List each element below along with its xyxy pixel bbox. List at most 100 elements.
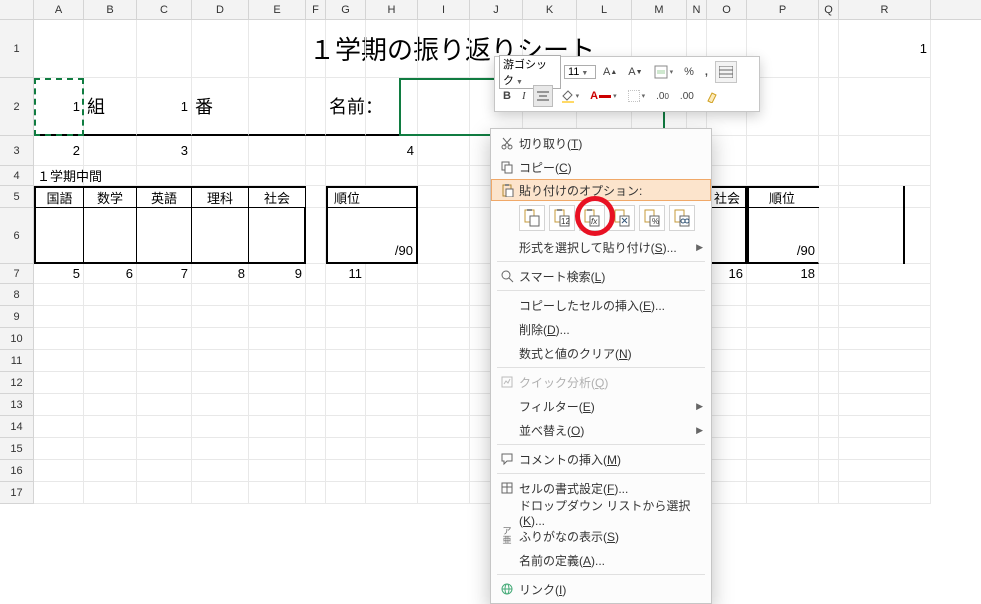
cell[interactable]	[819, 350, 839, 372]
cell[interactable]	[747, 394, 819, 416]
cell[interactable]	[34, 416, 84, 438]
cell[interactable]	[84, 416, 137, 438]
cell[interactable]	[839, 186, 931, 208]
copy-menu-item[interactable]: コピー(C)	[491, 155, 711, 179]
cell[interactable]	[839, 372, 931, 394]
cell[interactable]	[34, 460, 84, 482]
furigana-menu-item[interactable]: ア亜 ふりがなの表示(S)	[491, 524, 711, 548]
cell[interactable]	[326, 416, 366, 438]
cell[interactable]	[306, 136, 326, 166]
cell[interactable]	[84, 166, 137, 186]
cell[interactable]	[418, 264, 470, 284]
cell[interactable]	[747, 416, 819, 438]
row-header[interactable]: 4	[0, 166, 34, 186]
cell[interactable]	[839, 208, 931, 264]
row-header[interactable]: 5	[0, 186, 34, 208]
cell[interactable]	[418, 306, 470, 328]
cell[interactable]	[819, 284, 839, 306]
cell[interactable]	[418, 460, 470, 482]
column-header[interactable]: E	[249, 0, 306, 19]
paste-all-button[interactable]	[519, 205, 545, 231]
cell[interactable]: １学期中間	[34, 166, 84, 186]
cell[interactable]	[306, 284, 326, 306]
select-all-corner[interactable]	[0, 0, 34, 19]
cell[interactable]	[747, 350, 819, 372]
column-header[interactable]: B	[84, 0, 137, 19]
cell[interactable]	[249, 136, 306, 166]
cell[interactable]	[747, 438, 819, 460]
cell[interactable]: 18	[747, 264, 819, 284]
cell[interactable]	[839, 306, 931, 328]
cell[interactable]	[137, 328, 192, 350]
cell[interactable]: 組	[84, 78, 137, 136]
cell[interactable]: 7	[137, 264, 192, 284]
cell[interactable]	[707, 394, 747, 416]
cell[interactable]	[366, 372, 418, 394]
cell[interactable]	[326, 20, 366, 78]
cell[interactable]	[819, 264, 839, 284]
cell[interactable]	[366, 328, 418, 350]
cell[interactable]	[34, 394, 84, 416]
cell[interactable]: 9	[249, 264, 306, 284]
cell[interactable]	[366, 394, 418, 416]
cell[interactable]	[326, 460, 366, 482]
cell[interactable]	[707, 306, 747, 328]
cell[interactable]	[418, 186, 470, 208]
cell[interactable]: 国語	[34, 186, 84, 208]
cell[interactable]	[839, 166, 931, 186]
cell[interactable]	[326, 372, 366, 394]
cell[interactable]	[137, 208, 192, 264]
cell[interactable]	[249, 460, 306, 482]
cell[interactable]	[306, 394, 326, 416]
cell[interactable]	[84, 372, 137, 394]
smart-lookup-menu-item[interactable]: スマート検索(L)	[491, 264, 711, 288]
cell[interactable]	[249, 350, 306, 372]
cell[interactable]	[84, 394, 137, 416]
paste-transpose-button[interactable]	[609, 205, 635, 231]
cell[interactable]: 1	[137, 78, 192, 136]
cell[interactable]	[192, 20, 249, 78]
cell[interactable]: 5	[34, 264, 84, 284]
cell[interactable]	[326, 306, 366, 328]
row-header[interactable]: 13	[0, 394, 34, 416]
cell[interactable]	[306, 186, 326, 208]
paste-special-menu-item[interactable]: 形式を選択して貼り付け(S)... ▶	[491, 235, 711, 259]
cell[interactable]	[34, 208, 84, 264]
cell[interactable]	[418, 136, 470, 166]
column-header[interactable]: C	[137, 0, 192, 19]
cell[interactable]	[306, 78, 326, 136]
cell[interactable]: 1	[34, 78, 84, 136]
cell[interactable]	[34, 372, 84, 394]
cell[interactable]	[819, 208, 839, 264]
cell[interactable]	[418, 482, 470, 504]
cell[interactable]	[192, 208, 249, 264]
cell[interactable]	[34, 306, 84, 328]
cell[interactable]	[839, 416, 931, 438]
cell[interactable]	[192, 460, 249, 482]
cell[interactable]	[819, 372, 839, 394]
cell[interactable]	[418, 438, 470, 460]
cell[interactable]	[249, 394, 306, 416]
column-header[interactable]: P	[747, 0, 819, 19]
column-header[interactable]: O	[707, 0, 747, 19]
insert-copied-cells-menu-item[interactable]: コピーしたセルの挿入(E)...	[491, 293, 711, 317]
cell[interactable]	[34, 328, 84, 350]
cell[interactable]	[707, 460, 747, 482]
cell[interactable]	[418, 350, 470, 372]
row-header[interactable]: 12	[0, 372, 34, 394]
cell[interactable]	[707, 438, 747, 460]
cell[interactable]: 数学	[84, 186, 137, 208]
cell[interactable]	[306, 264, 326, 284]
cell[interactable]	[747, 372, 819, 394]
column-header[interactable]: K	[523, 0, 577, 19]
cell[interactable]	[326, 350, 366, 372]
cell[interactable]	[418, 394, 470, 416]
cell[interactable]	[819, 306, 839, 328]
paste-formatting-button[interactable]: %	[639, 205, 665, 231]
cell[interactable]	[137, 394, 192, 416]
cell[interactable]	[34, 350, 84, 372]
font-size-select[interactable]: 11▼	[564, 65, 596, 79]
cell[interactable]	[418, 20, 470, 78]
cell[interactable]: 社会	[249, 186, 306, 208]
cell[interactable]	[137, 350, 192, 372]
